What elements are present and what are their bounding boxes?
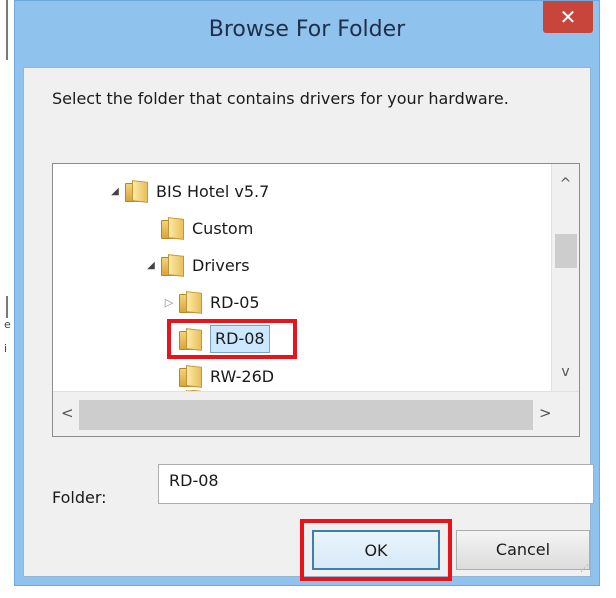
close-button[interactable]: ✕ (543, 1, 593, 33)
cancel-button[interactable]: Cancel (456, 530, 590, 570)
expand-arrow-icon[interactable]: ▷ (161, 296, 177, 309)
tree-item-bis-hotel[interactable]: ◢ BIS Hotel v5.7 (107, 176, 269, 206)
scroll-down-button[interactable]: v (552, 364, 579, 380)
collapse-arrow-icon[interactable]: ◢ (143, 260, 159, 271)
horizontal-scroll-thumb[interactable] (79, 400, 533, 430)
folder-label: Folder: (52, 488, 107, 507)
close-icon: ✕ (559, 5, 577, 29)
scroll-up-button[interactable]: ^ (552, 176, 579, 192)
tree-item-label: RW-26D (210, 366, 275, 386)
scroll-right-button[interactable]: > (539, 404, 552, 422)
tree-item-label: BIS Hotel v5.7 (156, 181, 270, 201)
folder-input[interactable]: RD-08 (158, 464, 594, 504)
background-window-fragment: e i (0, 0, 12, 598)
background-divider (6, 296, 8, 318)
folder-icon (161, 218, 183, 239)
dialog-title: Browse For Folder (208, 17, 406, 42)
scroll-left-button[interactable]: < (61, 404, 74, 422)
tree-item-label: Drivers (192, 255, 250, 275)
folder-icon (179, 292, 201, 313)
title-bar[interactable]: Browse For Folder ✕ (15, 1, 599, 67)
vertical-scroll-thumb[interactable] (555, 234, 577, 268)
browse-for-folder-dialog: Browse For Folder ✕ Select the folder th… (14, 0, 600, 586)
tree-item-drivers[interactable]: ◢ Drivers (143, 250, 250, 280)
tree-item-rw-26d[interactable]: RW-26D (179, 361, 274, 391)
instruction-text: Select the folder that contains drivers … (52, 89, 509, 108)
folder-tree[interactable]: ◢ BIS Hotel v5.7 Custom ◢ Drivers ▷ RD-0… (52, 163, 580, 437)
tree-item-label: Custom (192, 218, 254, 238)
highlight-box-selected-folder (167, 319, 297, 359)
collapse-arrow-icon[interactable]: ◢ (107, 186, 123, 197)
horizontal-scrollbar[interactable]: < > (53, 391, 579, 436)
folder-icon (179, 366, 201, 387)
tree-item-rd-05[interactable]: ▷ RD-05 (161, 287, 260, 317)
background-text: i (4, 342, 8, 355)
folder-icon (161, 255, 183, 276)
tree-item-custom[interactable]: Custom (161, 213, 253, 243)
folder-icon (125, 181, 147, 202)
tree-item-label: RD-05 (210, 292, 260, 312)
highlight-box-ok-button (300, 519, 452, 581)
resize-grip-icon[interactable]: ⋰ (580, 564, 589, 574)
background-divider (6, 0, 8, 60)
vertical-scrollbar[interactable]: ^ v (551, 164, 579, 393)
background-text: e (4, 318, 11, 331)
dialog-body: Select the folder that contains drivers … (23, 67, 594, 581)
